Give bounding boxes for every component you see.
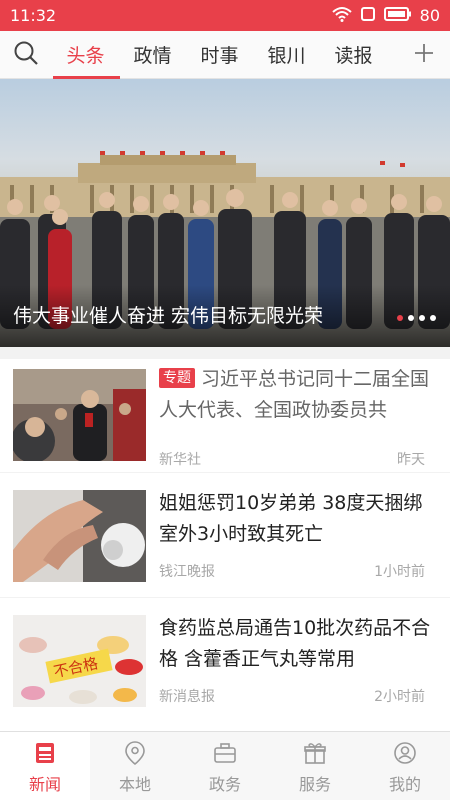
wifi-icon (331, 6, 352, 26)
nav-mine[interactable]: 我的 (360, 732, 450, 800)
carousel-dot (430, 315, 436, 321)
tab-headlines[interactable]: 头条 (52, 31, 120, 79)
tab-politics[interactable]: 政情 (119, 31, 186, 79)
news-source: 钱江晚报 (159, 564, 215, 580)
status-icons: 80 (331, 6, 440, 26)
news-source: 新华社 (159, 452, 201, 468)
news-icon (34, 739, 56, 767)
news-title-text: 习近平总书记同十二届全国人大代表、全国政协委员共 (159, 368, 430, 421)
status-bar: 11:32 80 (0, 0, 450, 31)
nav-services-label: 服务 (298, 774, 331, 794)
news-time: 2小时前 (374, 689, 425, 705)
news-item[interactable]: 姐姐惩罚10岁弟弟 38度天捆绑室外3小时致其死亡 钱江晚报 1小时前 (0, 473, 450, 597)
nav-news[interactable]: 新闻 (0, 732, 90, 800)
bottom-navigation: 新闻 本地 政务 服务 我的 (0, 731, 450, 800)
plus-icon (413, 42, 435, 68)
search-button[interactable] (0, 31, 52, 79)
news-time: 昨天 (397, 452, 425, 468)
topic-badge: 专题 (159, 368, 195, 388)
sim-card-icon (360, 6, 376, 26)
nav-local-label: 本地 (118, 774, 151, 794)
news-time: 1小时前 (374, 564, 425, 580)
hero-caption: 伟大事业催人奋进 宏伟目标无限光荣 (13, 305, 324, 327)
news-list: 专题 习近平总书记同十二届全国人大代表、全国政协委员共 新华社 昨天 姐姐惩罚10… (0, 347, 450, 731)
search-icon (13, 40, 39, 70)
channel-tabs: 头条 政情 时事 银川 读报 (52, 31, 387, 79)
news-thumbnail (13, 490, 146, 582)
tab-current-affairs[interactable]: 时事 (186, 31, 253, 79)
battery-icon (383, 6, 412, 26)
user-icon (393, 739, 417, 767)
battery-level: 80 (419, 6, 440, 25)
nav-government-label: 政务 (208, 774, 241, 794)
gift-box-icon (303, 739, 327, 767)
carousel-dot (408, 315, 414, 321)
hero-carousel[interactable]: 伟大事业催人奋进 宏伟目标无限光荣 (0, 79, 450, 347)
location-pin-icon (124, 739, 146, 767)
news-title: 专题 习近平总书记同十二届全国人大代表、全国政协委员共 (159, 364, 439, 426)
nav-local[interactable]: 本地 (90, 732, 180, 800)
news-thumbnail (13, 369, 146, 461)
news-title: 姐姐惩罚10岁弟弟 38度天捆绑室外3小时致其死亡 (159, 492, 423, 545)
nav-news-label: 新闻 (28, 774, 61, 794)
news-thumbnail: 不合格 (13, 615, 146, 707)
add-channel-button[interactable] (398, 31, 450, 79)
tab-read-paper[interactable]: 读报 (320, 31, 387, 79)
news-title: 食药监总局通告10批次药品不合格 含藿香正气丸等常用 (159, 617, 431, 670)
news-item[interactable]: 专题 习近平总书记同十二届全国人大代表、全国政协委员共 新华社 昨天 (0, 359, 450, 472)
carousel-indicator (397, 315, 436, 321)
carousel-dot (419, 315, 425, 321)
nav-mine-label: 我的 (388, 774, 421, 794)
news-source: 新消息报 (159, 689, 215, 705)
nav-government[interactable]: 政务 (180, 732, 270, 800)
carousel-dot (397, 315, 403, 321)
nav-services[interactable]: 服务 (270, 732, 360, 800)
status-time: 11:32 (10, 6, 57, 25)
channel-tab-bar: 头条 政情 时事 银川 读报 (0, 31, 450, 79)
tab-yinchuan[interactable]: 银川 (253, 31, 320, 79)
briefcase-icon (213, 739, 237, 767)
news-item[interactable]: 不合格 食药监总局通告10批次药品不合格 含藿香正气丸等常用 新消息报 2小时前 (0, 598, 450, 731)
